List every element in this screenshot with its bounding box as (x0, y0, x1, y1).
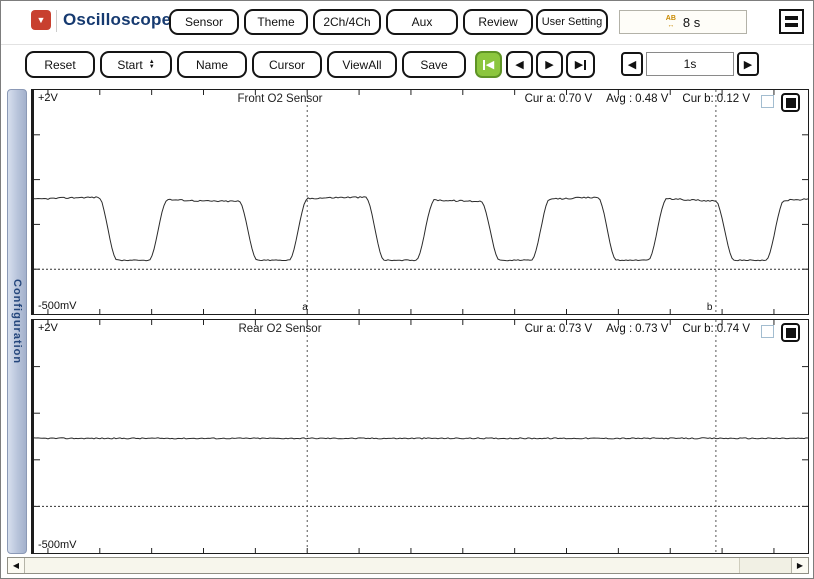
ab-time-value: 8 s (683, 15, 700, 30)
avg-label: Avg : (606, 93, 632, 105)
cur-a-label: Cur a: (525, 93, 556, 105)
viewall-button[interactable]: ViewAll (327, 51, 397, 78)
rear-o2-sensor-panel: +2V Rear O2 Sensor Cur a: 0.73 V Avg : 0… (31, 319, 809, 554)
timescale-decrease-button[interactable]: ◀ (621, 52, 643, 76)
step-forward-button[interactable]: ▶ (536, 51, 563, 78)
save-button-label: Save (420, 58, 447, 72)
rear-panel-title: Rear O2 Sensor (134, 323, 426, 335)
rear-channel-color-button[interactable] (781, 323, 800, 342)
step-back-button[interactable]: ◀ (506, 51, 533, 78)
aux-button-label: Aux (412, 15, 433, 29)
start-button[interactable]: Start ▲▼ (100, 51, 172, 78)
aux-button[interactable]: Aux (386, 9, 458, 35)
scroll-left-button[interactable]: ◀ (8, 558, 25, 573)
review-button-label: Review (478, 15, 517, 29)
cur-a-label: Cur a: (525, 323, 556, 335)
filled-square-icon (786, 328, 796, 338)
cur-a-value: 0.73 V (559, 323, 592, 335)
app-title: Oscilloscope (63, 10, 171, 30)
ab-time-display: AB ↔ 8 s (619, 10, 747, 34)
sensor-button-label: Sensor (185, 15, 223, 29)
configuration-tab[interactable]: Configuration (7, 89, 27, 554)
review-button[interactable]: Review (463, 9, 533, 35)
skip-to-end-button[interactable]: ▶ (566, 51, 595, 78)
scrollbar-thumb[interactable] (25, 558, 740, 573)
front-cursor-readout: Cur a: 0.70 V Avg : 0.48 V Cur b: 0.12 V (525, 93, 750, 105)
start-spinner-icon[interactable]: ▲▼ (149, 60, 155, 69)
avg-label: Avg : (606, 323, 632, 335)
rear-bottom-scale-label: -500mV (38, 539, 77, 551)
cursor-a-letter[interactable]: a (302, 302, 308, 313)
skip-to-start-button[interactable]: ◀ (475, 51, 502, 78)
dropdown-icon: ▼ (37, 16, 46, 25)
skip-start-icon (483, 60, 485, 70)
configuration-tab-label: Configuration (11, 279, 23, 364)
save-button[interactable]: Save (402, 51, 466, 78)
reset-button[interactable]: Reset (25, 51, 95, 78)
theme-button-label: Theme (257, 15, 294, 29)
viewall-button-label: ViewAll (342, 58, 381, 72)
front-o2-sensor-panel: +2V Front O2 Sensor Cur a: 0.70 V Avg : … (31, 89, 809, 315)
cursor-button-label: Cursor (269, 58, 305, 72)
front-o2-waveform-chart[interactable] (34, 90, 808, 314)
rear-top-scale-label: +2V (38, 322, 58, 334)
cur-b-value: 0.12 V (717, 93, 750, 105)
rear-o2-waveform-chart[interactable] (34, 320, 808, 553)
front-top-scale-label: +2V (38, 92, 58, 104)
front-channel-checkbox[interactable] (761, 95, 774, 108)
timescale-increase-button[interactable]: ▶ (737, 52, 759, 76)
rear-cursor-readout: Cur a: 0.73 V Avg : 0.73 V Cur b: 0.74 V (525, 323, 750, 335)
menu-icon (785, 16, 798, 20)
front-bottom-scale-label: -500mV (38, 300, 77, 312)
filled-square-icon (786, 98, 796, 108)
cursor-b-letter[interactable]: b (707, 302, 713, 313)
avg-value: 0.48 V (635, 93, 668, 105)
front-panel-title: Front O2 Sensor (134, 93, 426, 105)
oscilloscope-window: ▼ Oscilloscope Sensor Theme 2Ch/4Ch Aux … (0, 0, 814, 579)
channel-mode-button-label: 2Ch/4Ch (323, 15, 370, 29)
start-button-label: Start (117, 58, 142, 72)
avg-value: 0.73 V (635, 323, 668, 335)
left-arrow-icon: ◀ (628, 58, 636, 71)
timescale-value-box: 1s (646, 52, 734, 76)
header-divider (56, 10, 57, 32)
right-arrow-icon: ▶ (744, 58, 752, 71)
header-separator-line (1, 44, 813, 45)
list-menu-button[interactable] (779, 9, 804, 34)
user-setting-button[interactable]: User Setting (536, 9, 608, 35)
app-menu-button[interactable]: ▼ (31, 10, 51, 30)
scroll-left-icon: ◀ (13, 561, 19, 570)
name-button[interactable]: Name (177, 51, 247, 78)
horizontal-scrollbar[interactable]: ◀ ▶ (7, 557, 809, 574)
scroll-right-button[interactable]: ▶ (791, 558, 808, 573)
user-setting-button-label: User Setting (542, 16, 603, 28)
front-channel-color-button[interactable] (781, 93, 800, 112)
reset-button-label: Reset (44, 58, 75, 72)
rear-channel-checkbox[interactable] (761, 325, 774, 338)
step-back-icon: ◀ (515, 58, 523, 71)
step-forward-icon: ▶ (545, 58, 553, 71)
cur-b-label: Cur b: (682, 93, 713, 105)
cursor-button[interactable]: Cursor (252, 51, 322, 78)
channel-mode-button[interactable]: 2Ch/4Ch (313, 9, 381, 35)
theme-button[interactable]: Theme (244, 9, 308, 35)
scroll-right-icon: ▶ (797, 561, 803, 570)
cur-b-value: 0.74 V (717, 323, 750, 335)
timescale-value: 1s (684, 57, 697, 71)
skip-end-icon (584, 60, 586, 70)
name-button-label: Name (196, 58, 228, 72)
cur-b-label: Cur b: (682, 323, 713, 335)
cur-a-value: 0.70 V (559, 93, 592, 105)
ab-cursor-icon: AB ↔ (666, 15, 676, 29)
sensor-button[interactable]: Sensor (169, 9, 239, 35)
